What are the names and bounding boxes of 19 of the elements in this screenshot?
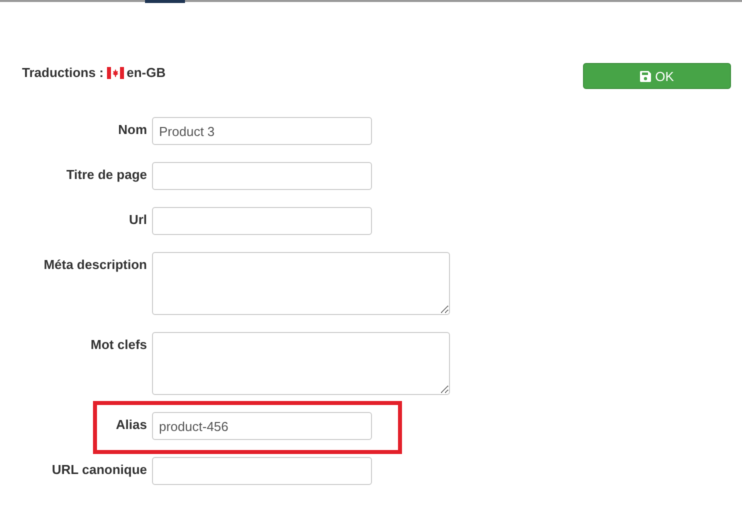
text-field[interactable] [152,162,372,190]
text-field[interactable]: Product 3 [152,117,372,145]
field-label: Url [128,211,147,227]
language-code: en-GB [126,65,166,80]
flag-icon [106,66,124,78]
field-label: Titre de page [65,166,147,182]
field-label: Méta description [42,256,147,272]
field-label: URL canonique [50,461,147,477]
field-label: Alias [114,416,147,432]
text-field[interactable] [152,457,372,485]
text-field[interactable]: product-456 [152,412,372,440]
text-field[interactable] [152,207,372,235]
text-area[interactable] [152,332,450,395]
text-area[interactable] [152,252,450,315]
translations-label: Traductions : [22,65,104,80]
tab-indicator [145,0,185,3]
field-label: Nom [117,121,147,137]
field-label: Mot clefs [90,336,147,352]
save-icon [640,70,652,82]
